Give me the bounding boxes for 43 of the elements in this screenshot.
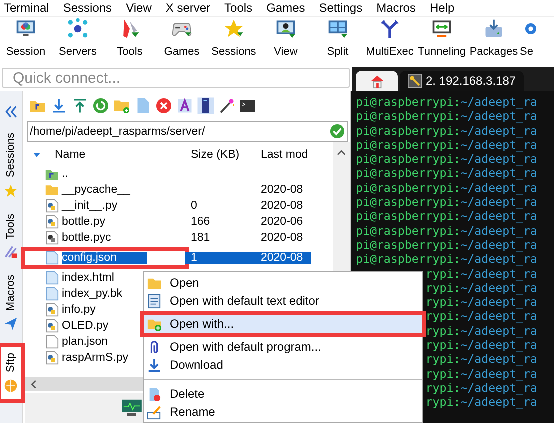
file-name: config.json bbox=[62, 252, 147, 264]
file-size: 0 bbox=[191, 200, 198, 212]
terminal-line: pi@raspberrypi:~/adeept_ra bbox=[356, 238, 538, 252]
file-name: raspArmS.py bbox=[62, 352, 128, 364]
file-size: 181 bbox=[191, 232, 210, 244]
file-date: 2020-08 bbox=[261, 184, 304, 196]
terminal-line: rypi:~/adeept_ra bbox=[426, 309, 538, 324]
terminal-line: pi@raspberrypi:~/adeept_ra bbox=[356, 195, 538, 210]
terminal-line: rypi:~/adeept_ra bbox=[426, 380, 538, 396]
file-date: 2020-08 bbox=[261, 252, 304, 264]
file-name: bottle.pyc bbox=[62, 232, 112, 244]
terminal-line: pi@raspberrypi:~/adeept_ra bbox=[356, 252, 538, 267]
file-name: __pycache__ bbox=[62, 184, 130, 196]
terminal-line: rypi:~/adeept_ra bbox=[426, 366, 538, 381]
file-name: OLED.py bbox=[62, 320, 109, 332]
file-name: index_py.bk bbox=[62, 288, 123, 300]
terminal-line: rypi:~/adeept_ra bbox=[426, 338, 538, 352]
terminal-line: rypi:~/adeept_ra bbox=[426, 266, 538, 281]
file-name: .. bbox=[62, 168, 68, 180]
terminal-line: pi@raspberrypi:~/adeept_ra bbox=[356, 180, 538, 196]
file-name: plan.json bbox=[62, 336, 108, 348]
terminal-line: rypi:~/adeept_ra bbox=[426, 295, 538, 310]
terminal-line: pi@raspberrypi:~/adeept_ra bbox=[356, 209, 538, 224]
terminal-line: pi@raspberrypi:~/adeept_ra bbox=[356, 124, 538, 138]
terminal-line: pi@raspberrypi:~/adeept_ra bbox=[356, 95, 538, 110]
terminal-line: pi@raspberrypi:~/adeept_ra bbox=[356, 166, 538, 181]
file-date: 2020-08 bbox=[261, 200, 304, 212]
terminal-line: rypi:~/adeept_ra bbox=[426, 395, 538, 410]
terminal-line: pi@raspberrypi:~/adeept_ra bbox=[356, 152, 538, 166]
terminal-line: rypi:~/adeept_ra bbox=[426, 352, 538, 367]
file-date: 2020-06 bbox=[261, 216, 304, 228]
file-name: index.html bbox=[62, 272, 114, 284]
file-name: info.py bbox=[62, 304, 96, 316]
terminal-line: rypi:~/adeept_ra bbox=[426, 324, 538, 338]
file-name: bottle.py bbox=[62, 216, 106, 228]
file-name: __init__.py bbox=[62, 200, 118, 212]
terminal-line: pi@raspberrypi:~/adeept_ra bbox=[356, 109, 538, 124]
terminal-line: pi@raspberrypi:~/adeept_ra bbox=[356, 224, 538, 238]
file-date: 2020-08 bbox=[261, 232, 304, 244]
file-size: 166 bbox=[191, 216, 210, 228]
terminal-line: rypi:~/adeept_ra bbox=[426, 280, 538, 296]
file-size: 1 bbox=[191, 252, 198, 264]
terminal-line: pi@raspberrypi:~/adeept_ra bbox=[356, 138, 538, 152]
